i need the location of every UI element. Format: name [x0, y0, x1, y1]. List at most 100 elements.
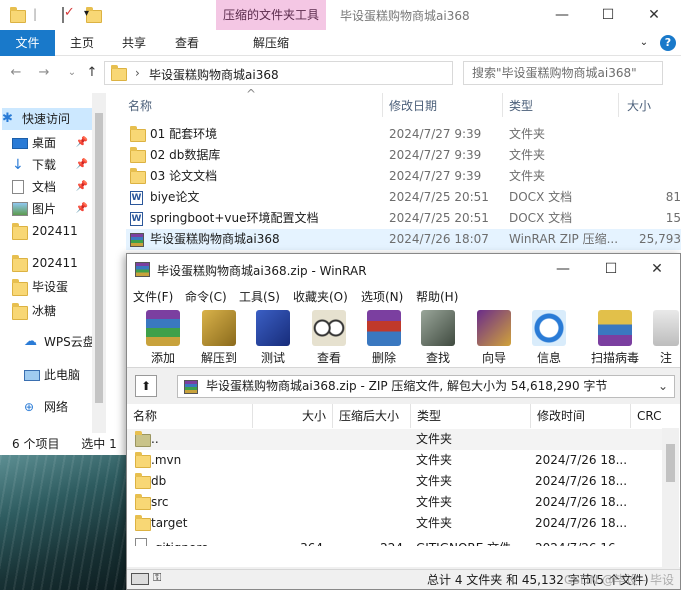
maximize-icon[interactable]: ☐ — [599, 258, 623, 280]
key-icon[interactable]: ⚿ — [153, 572, 167, 585]
search-input[interactable]: 搜索"毕设蛋糕购物商城ai368" — [463, 61, 663, 85]
column-divider[interactable] — [382, 93, 383, 117]
nav-folder-4[interactable]: 冰糖 — [12, 300, 92, 322]
nav-desktop[interactable]: 桌面 📌 — [12, 132, 92, 154]
nav-scrollbar[interactable] — [92, 93, 106, 433]
archive-vertical-scrollbar[interactable] — [662, 428, 679, 567]
column-modified[interactable]: 修改时间 — [531, 404, 631, 428]
archive-row[interactable]: db 文件夹 2024/7/26 18... — [127, 471, 662, 492]
nav-folder-3[interactable]: 毕设蛋 — [12, 276, 92, 298]
column-type[interactable]: 类型 — [411, 404, 531, 428]
menu-file[interactable]: 文件(F) — [133, 288, 173, 305]
file-row[interactable]: 02 db数据库 2024/7/27 9:39 文件夹 — [126, 145, 681, 166]
column-divider[interactable] — [502, 93, 503, 117]
nav-documents[interactable]: 文档 📌 — [12, 176, 92, 198]
ribbon-expand-icon[interactable]: ⌄ — [636, 30, 652, 56]
column-name[interactable]: 名称 — [128, 97, 152, 114]
nav-pictures[interactable]: 图片 📌 — [12, 198, 92, 220]
comment-icon — [653, 310, 679, 346]
folder-icon[interactable] — [10, 7, 26, 23]
find-button[interactable]: 查找 — [412, 308, 464, 366]
properties-icon[interactable] — [61, 7, 64, 23]
file-row-selected[interactable]: 毕设蛋糕购物商城ai368 2024/7/26 18:07 WinRAR ZIP… — [126, 229, 681, 250]
quick-access-dropdown-icon[interactable]: ▾ — [84, 6, 100, 22]
back-icon[interactable]: ← — [6, 63, 26, 83]
archive-row[interactable]: .gitignore 364 224 GITIGNORE 文件 2024/7/2… — [127, 534, 662, 546]
minimize-icon[interactable]: — — [551, 258, 575, 280]
column-divider[interactable] — [618, 93, 619, 117]
nav-quick-access[interactable]: ✱ 快速访问 — [2, 108, 94, 130]
nav-folder-1[interactable]: 202411 — [12, 220, 92, 242]
tab-share[interactable]: 共享 — [116, 30, 152, 56]
winrar-icon — [184, 380, 198, 394]
delete-icon — [367, 310, 401, 346]
menu-favorites[interactable]: 收藏夹(O) — [293, 288, 348, 305]
column-crc[interactable]: CRC — [631, 404, 662, 428]
network-icon: ⊕ — [24, 400, 35, 414]
archive-path-field[interactable]: 毕设蛋糕购物商城ai368.zip - ZIP 压缩文件, 解包大小为 54,6… — [177, 375, 675, 398]
watermark: CSDN @毕设 - 毕设 — [564, 573, 674, 587]
pin-icon: 📌 — [75, 159, 88, 170]
column-date[interactable]: 修改日期 — [389, 97, 437, 114]
minimize-icon[interactable]: — — [550, 4, 574, 26]
file-row[interactable]: 03 论文文档 2024/7/27 9:39 文件夹 — [126, 166, 681, 187]
menu-tools[interactable]: 工具(S) — [239, 288, 280, 305]
up-icon[interactable]: ↑ — [82, 63, 102, 83]
context-tab-compressed-folder-tools[interactable]: 压缩的文件夹工具 — [216, 0, 326, 30]
info-button[interactable]: 信息 — [523, 308, 575, 366]
test-button[interactable]: 测试 — [247, 308, 299, 366]
folder-icon — [130, 168, 146, 184]
drive-icon[interactable] — [131, 573, 149, 585]
column-name[interactable]: 名称 — [127, 404, 253, 428]
add-button[interactable]: 添加 — [137, 308, 189, 366]
recent-locations-icon[interactable]: ⌄ — [62, 63, 82, 83]
tab-home[interactable]: 主页 — [62, 30, 102, 56]
archive-row[interactable]: target 文件夹 2024/7/26 18... — [127, 513, 662, 534]
chevron-down-icon[interactable]: ⌄ — [658, 376, 668, 397]
nav-this-pc[interactable]: 此电脑 — [24, 364, 92, 386]
wizard-button[interactable]: 向导 — [468, 308, 520, 366]
explorer-titlebar: | ▾ 压缩的文件夹工具 毕设蛋糕购物商城ai368 — ☐ ✕ — [0, 0, 681, 30]
column-packed-size[interactable]: 压缩后大小 — [333, 404, 411, 428]
pin-icon: 📌 — [75, 203, 88, 214]
nav-wps-cloud[interactable]: ☁ WPS云盘 — [24, 331, 92, 353]
info-icon — [532, 310, 566, 346]
close-icon[interactable]: ✕ — [645, 258, 669, 280]
delete-button[interactable]: 删除 — [358, 308, 410, 366]
close-icon[interactable]: ✕ — [642, 4, 666, 26]
scrollbar-thumb[interactable] — [95, 113, 103, 403]
help-icon[interactable]: ? — [660, 35, 676, 51]
forward-icon[interactable]: → — [34, 63, 54, 83]
scrollbar-thumb[interactable] — [666, 444, 675, 482]
menu-options[interactable]: 选项(N) — [361, 288, 403, 305]
menu-help[interactable]: 帮助(H) — [416, 288, 458, 305]
archive-row[interactable]: .. 文件夹 — [127, 429, 662, 450]
file-row[interactable]: 01 配套环境 2024/7/27 9:39 文件夹 — [126, 124, 681, 145]
folder-icon — [111, 65, 127, 81]
file-row[interactable]: W springboot+vue环境配置文档 2024/7/25 20:51 D… — [126, 208, 681, 229]
folder-icon — [12, 303, 28, 320]
menu-commands[interactable]: 命令(C) — [185, 288, 227, 305]
separator: | — [33, 7, 38, 21]
comment-button[interactable]: 注 — [653, 308, 679, 366]
nav-network[interactable]: ⊕ 网络 — [24, 396, 92, 418]
maximize-icon[interactable]: ☐ — [596, 4, 620, 26]
nav-downloads[interactable]: ↓ 下载 📌 — [12, 154, 92, 176]
tab-extract[interactable]: 解压缩 — [248, 30, 294, 56]
ribbon-tabs: 文件 主页 共享 查看 解压缩 ⌄ ? — [0, 30, 681, 56]
tab-file[interactable]: 文件 — [0, 30, 55, 56]
nav-folder-2[interactable]: 202411 — [12, 252, 92, 274]
archive-row[interactable]: src 文件夹 2024/7/26 18... — [127, 492, 662, 513]
extract-to-button[interactable]: 解压到 — [193, 308, 245, 366]
up-one-level-icon[interactable]: ⬆ — [135, 375, 157, 397]
view-button[interactable]: 查看 — [303, 308, 355, 366]
column-type[interactable]: 类型 — [509, 97, 533, 114]
column-size[interactable]: 大小 — [253, 404, 333, 428]
file-row[interactable]: W biye论文 2024/7/25 20:51 DOCX 文档 81 — [126, 187, 681, 208]
scan-virus-button[interactable]: 扫描病毒 — [587, 308, 643, 366]
archive-row[interactable]: .mvn 文件夹 2024/7/26 18... — [127, 450, 662, 471]
test-icon — [256, 310, 290, 346]
tab-view[interactable]: 查看 — [168, 30, 206, 56]
column-size[interactable]: 大小 — [627, 97, 651, 114]
address-bar[interactable]: › 毕设蛋糕购物商城ai368 — [104, 61, 453, 85]
